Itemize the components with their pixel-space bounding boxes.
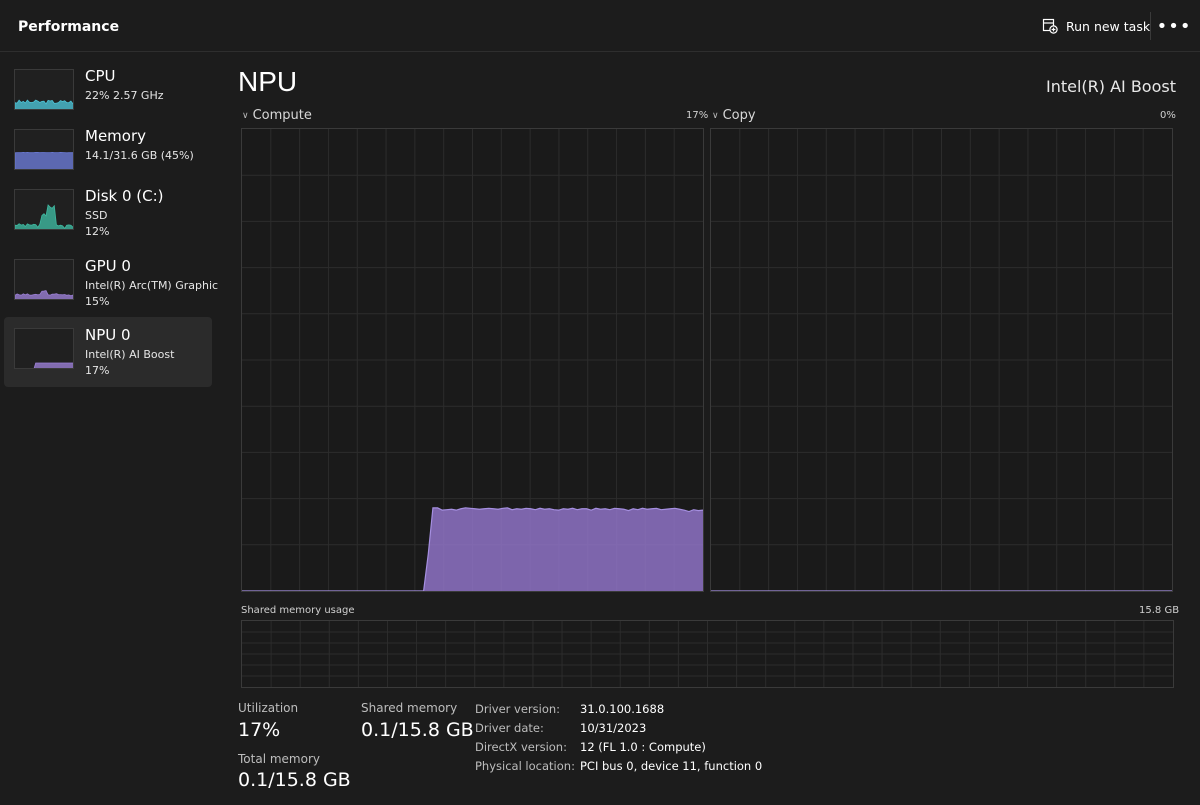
- sidebar-item-detail: SSD: [85, 209, 108, 222]
- sidebar-item-detail: Intel(R) Arc(TM) Graphic: [85, 279, 219, 292]
- thumbnail-area: [33, 362, 73, 368]
- directx-version-label: DirectX version:: [475, 740, 567, 754]
- shared-memory-value: 0.1/15.8 GB: [361, 719, 474, 741]
- driver-date-value: 10/31/2023: [580, 721, 647, 735]
- total-memory-label: Total memory: [238, 752, 320, 766]
- physical-location-label: Physical location:: [475, 759, 575, 773]
- total-memory-value: 0.1/15.8 GB: [238, 769, 351, 791]
- shared-memory-max-label: 15.8 GB: [1139, 605, 1180, 616]
- device-name: Intel(R) AI Boost: [1045, 77, 1176, 96]
- sidebar-item-detail: 22% 2.57 GHz: [85, 89, 164, 102]
- device-type-title: NPU: [238, 66, 298, 97]
- sidebar-item-usage: 15%: [85, 295, 110, 308]
- copy-chart: [711, 129, 1172, 592]
- run-task-icon: [1042, 18, 1058, 34]
- more-options-button[interactable]: •••: [1156, 12, 1192, 40]
- utilization-label: Utilization: [238, 701, 299, 715]
- sidebar-item-npu[interactable]: NPU 0 Intel(R) AI Boost 17%: [4, 317, 212, 387]
- sidebar-item-label: CPU: [85, 67, 116, 85]
- page-title: Performance: [18, 19, 120, 35]
- sidebar-item-usage: 17%: [85, 364, 110, 377]
- copy-graph-label: Copy: [722, 108, 756, 123]
- shared-memory-label: Shared memory: [361, 701, 458, 715]
- gpu-thumbnail-icon: [14, 259, 74, 300]
- run-new-task-button[interactable]: Run new task: [1032, 10, 1160, 42]
- utilization-value: 17%: [238, 719, 281, 741]
- run-new-task-label: Run new task: [1066, 18, 1151, 34]
- thumbnail-area: [15, 99, 73, 109]
- physical-location-value: PCI bus 0, device 11, function 0: [580, 759, 763, 773]
- sidebar-item-usage: 12%: [85, 225, 110, 238]
- copy-graph: [710, 128, 1173, 592]
- compute-chart: [242, 129, 704, 592]
- cpu-thumbnail-icon: [14, 69, 74, 110]
- more-options-icon: •••: [1156, 15, 1192, 37]
- thumbnail-area: [15, 290, 73, 299]
- copy-graph-max: 0%: [1160, 110, 1176, 121]
- toolbar-divider: [1150, 12, 1151, 40]
- shared-memory-graph: [241, 620, 1174, 688]
- copy-engine-selector[interactable]: ∨ Copy: [712, 108, 756, 123]
- sidebar-item-label: Memory: [85, 127, 147, 145]
- sidebar-item-gpu[interactable]: GPU 0 Intel(R) Arc(TM) Graphic 15%: [4, 248, 218, 318]
- disk-thumbnail-icon: [14, 189, 74, 230]
- compute-engine-selector[interactable]: ∨ Compute: [242, 108, 312, 123]
- shared-memory-usage-label: Shared memory usage: [241, 605, 355, 616]
- driver-version-value: 31.0.100.1688: [580, 702, 665, 716]
- thumbnail-area: [15, 204, 73, 229]
- chevron-down-icon: ∨: [242, 110, 249, 121]
- shared-memory-chart: [242, 621, 1173, 687]
- thumbnail-area: [15, 151, 73, 169]
- sidebar-item-disk[interactable]: Disk 0 (C:) SSD 12%: [4, 178, 212, 248]
- directx-version-value: 12 (FL 1.0 : Compute): [580, 740, 706, 754]
- compute-graph: [241, 128, 704, 592]
- memory-thumbnail-icon: [14, 129, 74, 170]
- driver-date-label: Driver date:: [475, 721, 544, 735]
- sidebar-item-label: Disk 0 (C:): [85, 187, 164, 205]
- driver-version-label: Driver version:: [475, 702, 561, 716]
- compute-area: [242, 507, 703, 591]
- npu-thumbnail-icon: [14, 328, 74, 369]
- title-bar: Performance Run new task •••: [0, 0, 1200, 52]
- compute-graph-label: Compute: [252, 108, 312, 123]
- sidebar-item-detail: Intel(R) AI Boost: [85, 348, 175, 361]
- compute-graph-max: 17%: [686, 110, 709, 121]
- sidebar-item-detail: 14.1/31.6 GB (45%): [85, 149, 194, 162]
- sidebar-item-label: NPU 0: [85, 326, 131, 344]
- chevron-down-icon: ∨: [712, 110, 719, 121]
- sidebar-item-label: GPU 0: [85, 257, 131, 275]
